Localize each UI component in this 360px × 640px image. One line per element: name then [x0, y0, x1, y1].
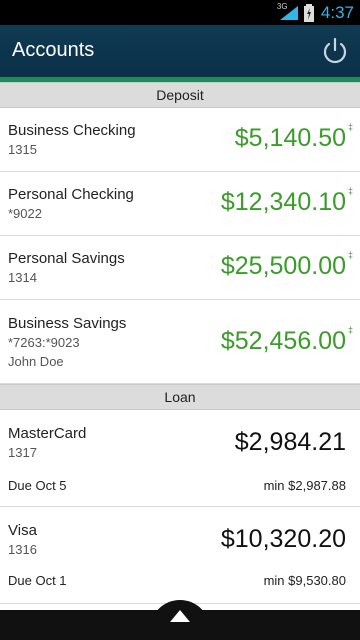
balance-marker: ‡ [347, 122, 353, 132]
deposit-account-row[interactable]: Personal Checking *9022 $12,340.10 ‡ [0, 172, 360, 236]
loan-balance: $2,984.21 [234, 428, 346, 456]
account-balance: $25,500.00 [220, 252, 346, 280]
minimum-payment: min $9,530.80 [263, 573, 346, 588]
account-balance: $12,340.10 [220, 188, 346, 216]
account-number: *9022 [8, 206, 42, 221]
minimum-payment: min $2,987.88 [263, 478, 346, 493]
due-date: Due Oct 5 [8, 478, 67, 493]
loan-section-header: Loan [0, 384, 360, 410]
account-holder: John Doe [8, 354, 64, 369]
account-number: 1315 [8, 142, 37, 157]
deposit-account-row[interactable]: Business Checking 1315 $5,140.50 ‡ [0, 108, 360, 172]
account-number: 1316 [8, 542, 37, 557]
battery-icon [303, 3, 314, 22]
account-name: Business Checking [8, 122, 136, 139]
account-name: MasterCard [8, 425, 87, 442]
account-balance: $5,140.50 [234, 124, 346, 152]
account-number: 1314 [8, 270, 37, 285]
account-number: 1317 [8, 445, 37, 460]
status-clock: 4:37 [320, 2, 354, 22]
account-name: Personal Savings [8, 250, 125, 267]
balance-marker: ‡ [347, 186, 353, 196]
page-title: Accounts [12, 39, 95, 61]
loan-balance: $10,320.20 [220, 525, 346, 553]
power-icon[interactable] [320, 36, 350, 66]
account-name: Personal Checking [8, 186, 134, 203]
signal-icon: 3G [277, 2, 299, 22]
deposit-account-row[interactable]: Business Savings *7263:*9023 John Doe $5… [0, 300, 360, 384]
account-name: Business Savings [8, 315, 127, 332]
deposit-account-row[interactable]: Personal Savings 1314 $25,500.00 ‡ [0, 236, 360, 300]
balance-marker: ‡ [347, 250, 353, 260]
account-number: *7263:*9023 [8, 335, 80, 350]
account-name: Visa [8, 522, 37, 539]
status-bar: 3G 4:37 [0, 0, 360, 25]
deposit-section-header: Deposit [0, 82, 360, 108]
drawer-handle[interactable] [150, 600, 210, 640]
balance-marker: ‡ [347, 325, 353, 335]
status-icons: 3G 4:37 [277, 2, 354, 23]
chevron-up-icon [170, 610, 190, 622]
due-date: Due Oct 1 [8, 573, 67, 588]
loan-account-row[interactable]: Visa 1316 $10,320.20 Due Oct 1 min $9,53… [0, 507, 360, 604]
app-bar: Accounts [0, 25, 360, 77]
account-balance: $52,456.00 [220, 327, 346, 355]
loan-account-row[interactable]: MasterCard 1317 $2,984.21 Due Oct 5 min … [0, 410, 360, 507]
